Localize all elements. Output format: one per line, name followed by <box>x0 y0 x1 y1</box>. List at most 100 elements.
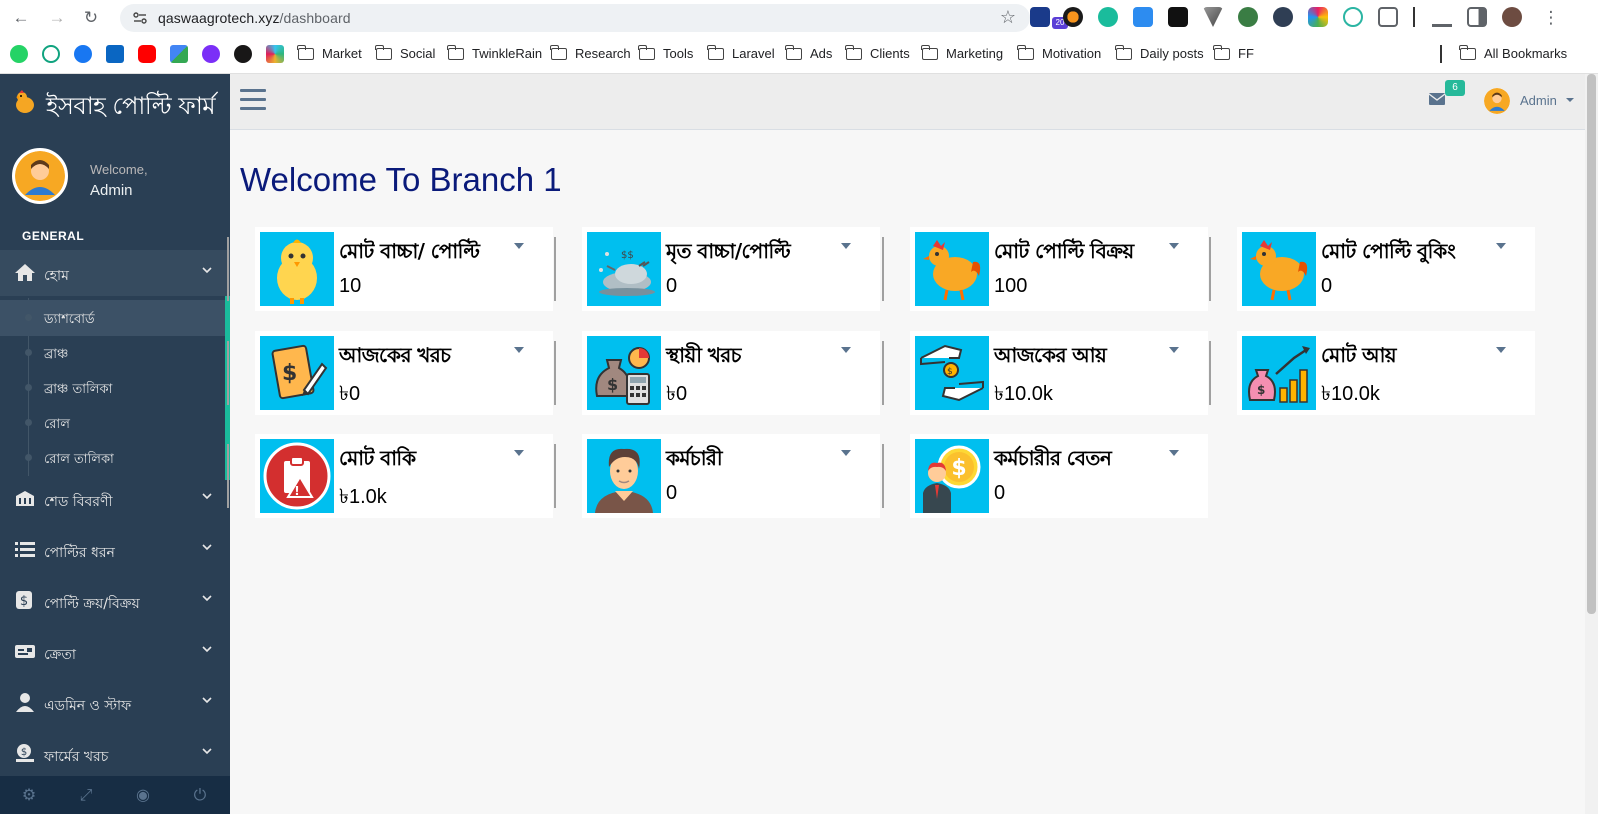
caret-down-icon[interactable] <box>514 450 524 456</box>
bookmark-folder-laravel[interactable]: Laravel <box>707 45 775 63</box>
bookmark-folder-social[interactable]: Social <box>375 45 435 63</box>
extension-color-icon[interactable] <box>1308 7 1328 27</box>
bookmark-folder-marketing[interactable]: Marketing <box>921 45 1003 63</box>
stat-card-today-income[interactable]: $ আজকের আয় ৳10.0k <box>882 331 1208 415</box>
sidebar-item-farm-expense[interactable]: $ ফার্মের খরচ <box>0 731 230 777</box>
svg-text:$: $ <box>20 594 28 609</box>
bookmark-star-icon[interactable]: ☆ <box>1000 7 1016 28</box>
browser-menu-icon[interactable]: ⋮ <box>1540 7 1562 29</box>
user-avatar[interactable] <box>1484 88 1510 114</box>
bookmark-folder-ff[interactable]: FF <box>1213 45 1254 63</box>
extension-circle-icon[interactable] <box>1063 7 1083 27</box>
fullscreen-icon[interactable]: ⤢ <box>76 786 96 806</box>
canva-icon[interactable] <box>202 45 220 63</box>
svg-text:$: $ <box>282 361 297 386</box>
sidebar-item-admin-staff[interactable]: এডমিন ও স্টাফ <box>0 680 230 726</box>
user-menu-label[interactable]: Admin <box>1520 93 1557 108</box>
sidebar-item-label: হোম <box>44 268 69 284</box>
github-icon[interactable] <box>234 45 252 63</box>
caret-down-icon[interactable] <box>1169 450 1179 456</box>
caret-down-icon[interactable] <box>841 450 851 456</box>
lock-eye-icon[interactable]: ◉ <box>133 786 153 806</box>
folder-icon <box>707 45 724 60</box>
sidebar-sub-label: ব্রাঞ্চ তালিকা <box>44 382 113 397</box>
stat-card-total-booking[interactable]: মোট পোল্টি বুকিং 0 <box>1209 227 1535 311</box>
bookmark-folder-research[interactable]: Research <box>550 45 631 63</box>
sidebar-item-home[interactable]: হোম <box>0 250 230 296</box>
stat-card-employee-salary[interactable]: $ কর্মচারীর বেতন 0 <box>882 434 1208 518</box>
menu-toggle-icon[interactable] <box>240 89 266 111</box>
sidebar-sub-branch-list[interactable]: ব্রাঞ্চ তালিকা <box>0 370 225 406</box>
stat-card-total-due[interactable]: ! মোট বাকি ৳1.0k <box>227 434 553 518</box>
downloads-icon[interactable] <box>1432 7 1452 27</box>
profile-avatar-icon[interactable] <box>1502 7 1522 27</box>
sidebar-sub-role-list[interactable]: রোল তালিকা <box>0 440 225 476</box>
sidebar-sub-dashboard[interactable]: ড্যাশবোর্ড <box>0 300 225 336</box>
sidebar-item-buyer[interactable]: ক্রেতা <box>0 629 230 675</box>
extension-download-icon[interactable] <box>1133 7 1153 27</box>
extensions-puzzle-icon[interactable] <box>1378 7 1398 27</box>
stat-card-employees[interactable]: কর্মচারী 0 <box>554 434 880 518</box>
extension-globe-icon[interactable] <box>1238 7 1258 27</box>
extension-font-icon[interactable] <box>1168 7 1188 27</box>
chevron-down-icon <box>202 595 212 602</box>
folder-icon <box>1017 45 1034 60</box>
linkedin-icon[interactable] <box>106 45 124 63</box>
chatgpt-icon[interactable] <box>42 45 60 63</box>
address-bar[interactable]: qaswaagrotech.xyz/dashboard ☆ <box>120 4 1030 32</box>
bookmark-folder-daily-posts[interactable]: Daily posts <box>1115 45 1204 63</box>
whatsapp-icon[interactable] <box>10 45 28 63</box>
stat-card-total-chicks[interactable]: মোট বাচ্চা/ পোল্টি 10 <box>227 227 553 311</box>
sidebar-sub-role[interactable]: রোল <box>0 405 225 441</box>
extension-cursor-icon[interactable] <box>1273 7 1293 27</box>
mail-icon[interactable] <box>1428 92 1446 106</box>
all-bookmarks-folder[interactable]: All Bookmarks <box>1459 45 1567 63</box>
caret-down-icon[interactable] <box>1496 243 1506 249</box>
settings-gear-icon[interactable]: ⚙ <box>19 786 39 806</box>
reload-icon[interactable]: ↻ <box>80 7 102 29</box>
google-translate-icon[interactable] <box>170 45 188 63</box>
extension-refresh-icon[interactable] <box>1098 7 1118 27</box>
slack-icon[interactable] <box>266 45 284 63</box>
extension-graduation-icon[interactable] <box>1030 7 1050 27</box>
power-icon[interactable]: ⏻ <box>190 786 210 806</box>
stat-card-today-expense[interactable]: $ আজকের খরচ ৳0 <box>227 331 553 415</box>
bookmark-folder-clients[interactable]: Clients <box>845 45 910 63</box>
sidebar-item-poultry-trade[interactable]: $ পোল্টি ক্রয়/বিক্রয় <box>0 578 230 624</box>
card-value: 100 <box>994 275 1028 297</box>
caret-down-icon[interactable] <box>1169 243 1179 249</box>
bookmark-folder-tools[interactable]: Tools <box>638 45 693 63</box>
caret-down-icon[interactable] <box>841 347 851 353</box>
side-panel-icon[interactable] <box>1467 7 1487 27</box>
extension-v-icon[interactable] <box>1203 7 1223 27</box>
caret-down-icon[interactable] <box>841 243 851 249</box>
stat-card-dead-chicks[interactable]: $$ মৃত বাচ্চা/পোল্টি 0 <box>554 227 880 311</box>
caret-down-icon[interactable] <box>514 243 524 249</box>
site-settings-icon[interactable] <box>132 10 148 26</box>
stat-card-total-income[interactable]: $ মোট আয় ৳10.0k <box>1209 331 1535 415</box>
sidebar-sub-branch[interactable]: ব্রাঞ্চ <box>0 335 225 371</box>
facebook-icon[interactable] <box>74 45 92 63</box>
youtube-icon[interactable] <box>138 45 156 63</box>
card-title: মোট বাচ্চা/ পোল্টি <box>339 239 480 263</box>
forward-icon[interactable]: → <box>46 7 68 29</box>
bookmark-folder-motivation[interactable]: Motivation <box>1017 45 1101 63</box>
stat-card-fixed-expense[interactable]: $ স্থায়ী খরচ ৳0 <box>554 331 880 415</box>
bookmark-folder-ads[interactable]: Ads <box>785 45 832 63</box>
caret-down-icon[interactable] <box>514 347 524 353</box>
card-divider <box>554 341 556 405</box>
bookmark-folder-twinklerain[interactable]: TwinkleRain <box>447 45 542 63</box>
back-icon[interactable]: ← <box>10 7 32 29</box>
sidebar-item-shed[interactable]: শেড বিবরণী <box>0 476 230 522</box>
caret-down-icon[interactable] <box>1496 347 1506 353</box>
caret-down-icon[interactable] <box>1566 98 1574 102</box>
card-divider <box>882 237 884 301</box>
extension-atom-icon[interactable] <box>1343 7 1363 27</box>
stat-card-total-sales[interactable]: মোট পোল্টি বিক্রয় 100 <box>882 227 1208 311</box>
scrollbar-thumb[interactable] <box>1587 74 1596 614</box>
bookmark-folder-market[interactable]: Market <box>297 45 362 63</box>
sidebar-item-poultry-type[interactable]: পোল্টির ধরন <box>0 527 230 573</box>
brand[interactable]: ইসবাহ পোল্টি ফার্ম <box>0 74 230 132</box>
page-scrollbar[interactable] <box>1585 74 1598 814</box>
caret-down-icon[interactable] <box>1169 347 1179 353</box>
